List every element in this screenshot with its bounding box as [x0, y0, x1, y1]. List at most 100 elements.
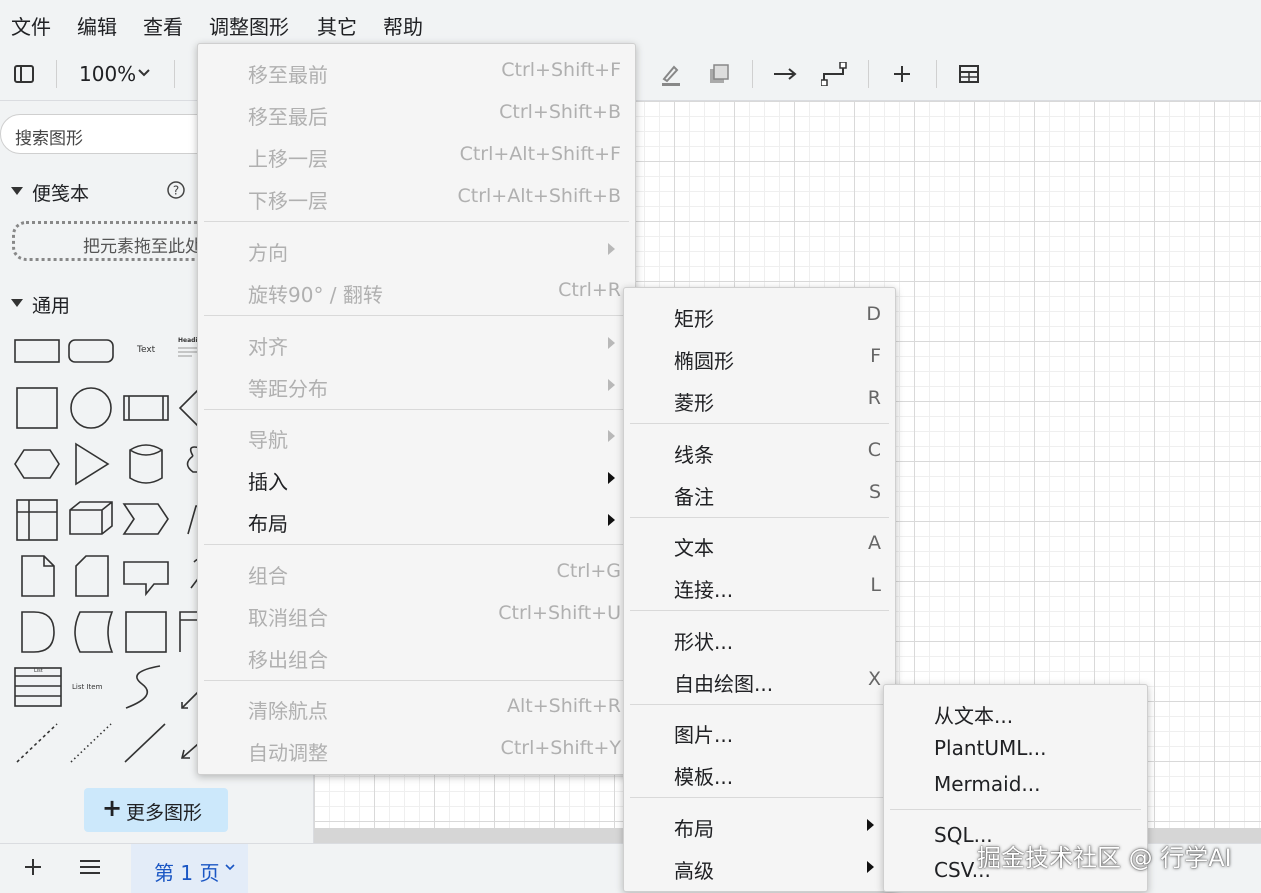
- menu-item-align[interactable]: 对齐: [198, 323, 635, 363]
- help-icon[interactable]: ?: [166, 180, 186, 204]
- line-shape[interactable]: [124, 723, 166, 763]
- hexagon-shape[interactable]: [14, 449, 60, 479]
- menu-item-send-backward[interactable]: 下移一层 Ctrl+Alt+Shift+B: [198, 177, 635, 217]
- insert-link[interactable]: 连接... L: [624, 566, 895, 606]
- line-color-icon[interactable]: [657, 60, 685, 88]
- menu-help[interactable]: 帮助: [383, 11, 423, 40]
- square-shape[interactable]: [16, 387, 58, 429]
- menu-arrange[interactable]: 调整图形: [209, 11, 289, 40]
- dashed-line-shape[interactable]: [16, 723, 58, 763]
- menu-item-to-front[interactable]: 移至最前 Ctrl+Shift+F: [198, 51, 635, 91]
- menu-item-bring-forward[interactable]: 上移一层 Ctrl+Alt+Shift+F: [198, 135, 635, 175]
- delay-shape[interactable]: [21, 611, 55, 653]
- insert-line[interactable]: 线条 C: [624, 431, 895, 471]
- list-item-shape[interactable]: List Item: [72, 683, 102, 691]
- search-placeholder: 搜索图形: [15, 129, 83, 149]
- menu-item-to-back[interactable]: 移至最后 Ctrl+Shift+B: [198, 93, 635, 133]
- rectangle-shape[interactable]: [14, 339, 60, 363]
- rounded-rectangle-shape[interactable]: [68, 339, 114, 363]
- shape-palette: [14, 339, 203, 763]
- menu-item-ungroup[interactable]: 取消组合 Ctrl+Shift+U: [198, 594, 635, 634]
- menu-view[interactable]: 查看: [143, 11, 183, 40]
- dotted-line-shape[interactable]: [70, 723, 112, 763]
- shadow-icon[interactable]: [705, 60, 733, 88]
- cylinder-shape[interactable]: [129, 444, 163, 484]
- submenu-arrow-icon: [608, 430, 615, 442]
- connection-arrow-icon[interactable]: [771, 60, 799, 88]
- menu-item-layout[interactable]: 布局: [198, 500, 635, 540]
- menu-item-group[interactable]: 组合 Ctrl+G: [198, 552, 635, 592]
- toolbar-divider: [936, 60, 937, 88]
- menu-separator: [630, 704, 889, 705]
- insert-submenu: 矩形 D 椭圆形 F 菱形 R 线条 C 备注 S 文本 A 连接... L 形状... 自由…: [623, 287, 896, 892]
- watermark: 掘金技术社区 @ 行学AI: [977, 844, 1232, 872]
- insert-rhombus[interactable]: 菱形 R: [624, 379, 895, 419]
- step-shape[interactable]: [122, 503, 169, 535]
- toolbar-divider: [174, 60, 175, 88]
- general-title[interactable]: 通用: [32, 291, 70, 318]
- page-tab-label: 第 1 页: [154, 861, 220, 885]
- submenu-arrow-icon: [608, 337, 615, 349]
- insert-image[interactable]: 图片...: [624, 711, 895, 751]
- toolbar-divider: [56, 60, 57, 88]
- menu-item-autosize[interactable]: 自动调整 Ctrl+Shift+Y: [198, 729, 635, 769]
- pages-menu-icon[interactable]: [78, 856, 102, 882]
- circle-shape[interactable]: [70, 387, 112, 429]
- insert-ellipse[interactable]: 椭圆形 F: [624, 337, 895, 377]
- menu-extras[interactable]: 其它: [317, 11, 357, 40]
- card-shape[interactable]: [75, 555, 109, 597]
- waypoints-icon[interactable]: [820, 60, 848, 88]
- table-icon[interactable]: [955, 60, 983, 88]
- insert-shapes[interactable]: 形状...: [624, 618, 895, 658]
- triangle-shape[interactable]: [75, 442, 110, 486]
- advanced-from-text[interactable]: 从文本...: [884, 693, 1147, 729]
- insert-layout[interactable]: 布局: [624, 805, 895, 845]
- document-shape[interactable]: [21, 555, 55, 597]
- insert-note[interactable]: 备注 S: [624, 473, 895, 513]
- insert-freehand[interactable]: 自由绘图... X: [624, 660, 895, 700]
- cube-shape[interactable]: [69, 501, 113, 535]
- menu-item-insert[interactable]: 插入: [198, 458, 635, 498]
- collapse-triangle-icon[interactable]: [11, 187, 23, 195]
- menu-separator: [630, 610, 889, 611]
- menu-separator: [630, 797, 889, 798]
- menu-file[interactable]: 文件: [11, 11, 51, 40]
- insert-template[interactable]: 模板...: [624, 753, 895, 793]
- menu-separator: [890, 809, 1141, 810]
- menubar: 文件 编辑 查看 调整图形 其它 帮助: [0, 0, 1261, 48]
- menu-item-clear-waypoints[interactable]: 清除航点 Alt+Shift+R: [198, 687, 635, 727]
- dropzone-text: 把元素拖至此处: [83, 237, 202, 257]
- svg-text:?: ?: [173, 184, 179, 198]
- menu-item-rotate-flip[interactable]: 旋转90° / 翻转 Ctrl+R: [198, 271, 635, 311]
- submenu-arrow-icon: [608, 379, 615, 391]
- zoom-value: 100%: [79, 62, 137, 86]
- menu-item-navigation[interactable]: 导航: [198, 416, 635, 456]
- advanced-plantuml[interactable]: PlantUML...: [884, 729, 1147, 765]
- square-alt-shape[interactable]: [125, 611, 167, 653]
- insert-advanced[interactable]: 高级: [624, 847, 895, 887]
- menu-separator: [630, 423, 889, 424]
- text-shape[interactable]: Text: [137, 345, 155, 355]
- insert-text[interactable]: 文本 A: [624, 524, 895, 564]
- callout-shape[interactable]: [123, 561, 169, 597]
- process-shape[interactable]: [123, 395, 169, 421]
- zoom-select[interactable]: 100%: [79, 62, 150, 86]
- menu-edit[interactable]: 编辑: [77, 11, 117, 40]
- advanced-mermaid[interactable]: Mermaid...: [884, 765, 1147, 801]
- more-shapes-button[interactable]: + 更多图形: [84, 788, 228, 832]
- submenu-arrow-icon: [867, 861, 874, 873]
- menu-item-direction[interactable]: 方向: [198, 229, 635, 269]
- menu-item-remove-from-group[interactable]: 移出组合: [198, 636, 635, 676]
- container-shape[interactable]: [16, 499, 58, 541]
- arrange-menu: 移至最前 Ctrl+Shift+F 移至最后 Ctrl+Shift+B 上移一层 Ct…: [197, 43, 636, 775]
- curve-shape[interactable]: [125, 665, 161, 709]
- insert-rectangle[interactable]: 矩形 D: [624, 295, 895, 335]
- page-tab-1[interactable]: 第 1 页: [131, 844, 248, 893]
- storage-shape[interactable]: [74, 611, 114, 653]
- format-panel-toggle-icon[interactable]: [10, 60, 38, 88]
- menu-item-distribute[interactable]: 等距分布: [198, 365, 635, 405]
- insert-plus-icon[interactable]: [888, 60, 916, 88]
- scratchpad-title[interactable]: 便笺本: [32, 179, 89, 206]
- add-page-icon[interactable]: [22, 856, 44, 882]
- collapse-triangle-icon[interactable]: [11, 299, 23, 307]
